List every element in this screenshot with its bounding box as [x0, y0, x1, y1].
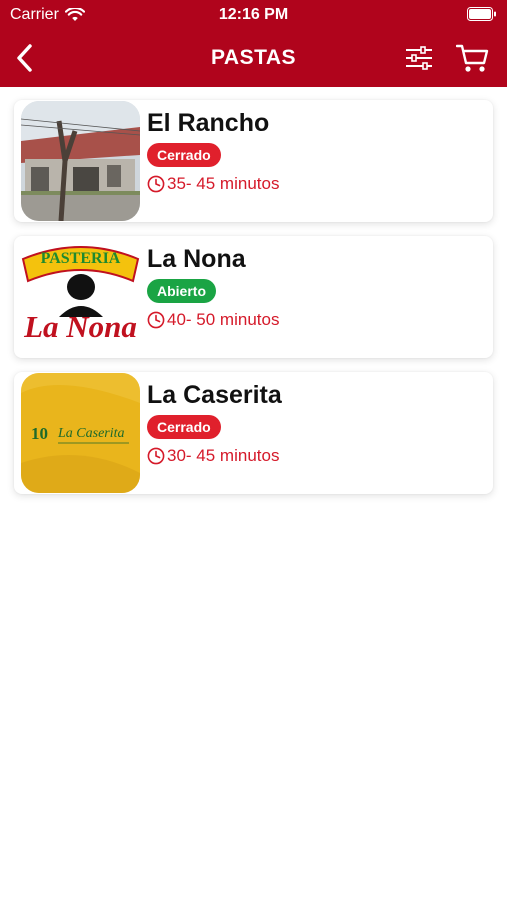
delivery-time: 30- 45 minutos [147, 446, 279, 466]
delivery-time: 35- 45 minutos [147, 174, 279, 194]
logo-pasteria-text: PASTERIA [41, 250, 121, 267]
restaurant-list: El Rancho Cerrado 35- 45 minutos PASTERI… [14, 100, 493, 508]
restaurant-logo: PASTERIA La Nona [21, 237, 140, 357]
clock-icon [147, 175, 165, 193]
restaurant-logo: 10 La Caserita [21, 373, 140, 493]
restaurant-name: El Rancho [147, 109, 270, 137]
sliders-icon [406, 46, 432, 70]
status-badge: Abierto [147, 279, 216, 303]
status-bar: Carrier 12:16 PM [0, 0, 507, 30]
logo-la-nona-text: La Nona [23, 309, 137, 344]
status-badge: Cerrado [147, 143, 221, 167]
status-time: 12:16 PM [218, 6, 289, 23]
clock-icon [147, 311, 165, 329]
delivery-time-label: 30- 45 minutos [167, 446, 280, 465]
restaurant-name: La Caserita [147, 381, 282, 409]
cart-icon [456, 44, 489, 72]
battery-icon [467, 7, 496, 21]
app-header: Carrier 12:16 PM PASTAS [0, 0, 507, 87]
logo-anniversary-number: 10 [31, 424, 48, 443]
logo-caserita-text: La Caserita [57, 426, 125, 441]
cart-button[interactable] [455, 40, 491, 76]
delivery-time: 40- 50 minutos [147, 310, 279, 330]
restaurant-photo [21, 101, 140, 221]
delivery-time-label: 35- 45 minutos [167, 174, 280, 193]
filter-button[interactable] [402, 42, 436, 74]
clock-icon [147, 447, 165, 465]
restaurant-card-el-rancho[interactable]: El Rancho Cerrado 35- 45 minutos [14, 100, 493, 222]
restaurant-name: La Nona [147, 245, 246, 273]
restaurant-card-la-caserita[interactable]: 10 La Caserita La Caserita Cerrado 30- 4… [14, 372, 493, 494]
nav-bar: PASTAS [0, 30, 507, 87]
status-badge: Cerrado [147, 415, 221, 439]
delivery-time-label: 40- 50 minutos [167, 310, 280, 329]
restaurant-card-la-nona[interactable]: PASTERIA La Nona La Nona Abierto 40- 50 … [14, 236, 493, 358]
